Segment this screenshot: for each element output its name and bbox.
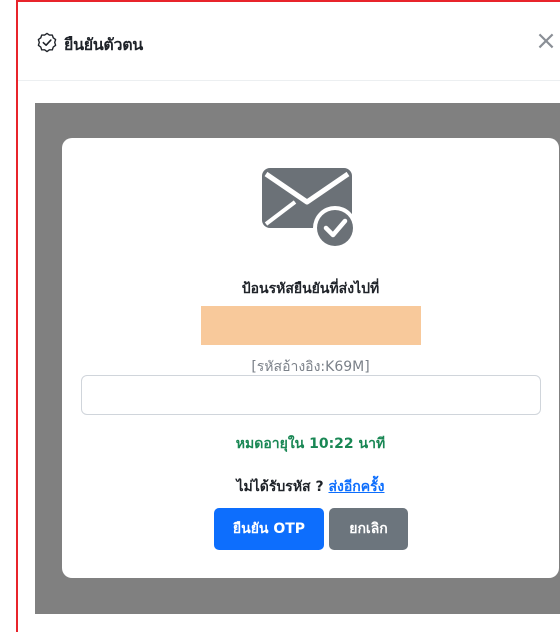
content-backdrop: ป้อนรหัสยืนยันที่ส่งไปที่ [รหัสอ้างอิง:K… (35, 103, 560, 614)
envelope-check-icon (262, 168, 357, 250)
masked-destination (201, 306, 421, 345)
otp-prompt: ป้อนรหัสยืนยันที่ส่งไปที่ (241, 281, 380, 297)
resend-question: ไม่ได้รับรหัส ? (236, 479, 329, 495)
resend-row: ไม่ได้รับรหัส ? ส่งอีกครั้ง (62, 476, 559, 498)
dialog-title: ยืนยันตัวตน (64, 35, 143, 54)
close-button[interactable]: × (532, 28, 560, 56)
expiry-timer: หมดอายุใน 10:22 นาที (235, 436, 386, 452)
confirm-otp-button[interactable]: ยืนยัน OTP (214, 508, 324, 550)
resend-link[interactable]: ส่งอีกครั้ง (328, 479, 384, 495)
otp-card: ป้อนรหัสยืนยันที่ส่งไปที่ [รหัสอ้างอิง:K… (62, 138, 559, 578)
dialog-header: ยืนยันตัวตน × (18, 2, 560, 81)
otp-input[interactable] (81, 375, 541, 415)
otp-dialog: ยืนยันตัวตน × ป้อนรหัสยืนยันที่ส่งไปที่ … (16, 0, 560, 632)
close-icon: × (535, 26, 557, 56)
shield-check-icon (37, 32, 57, 53)
cancel-button[interactable]: ยกเลิก (329, 508, 408, 550)
